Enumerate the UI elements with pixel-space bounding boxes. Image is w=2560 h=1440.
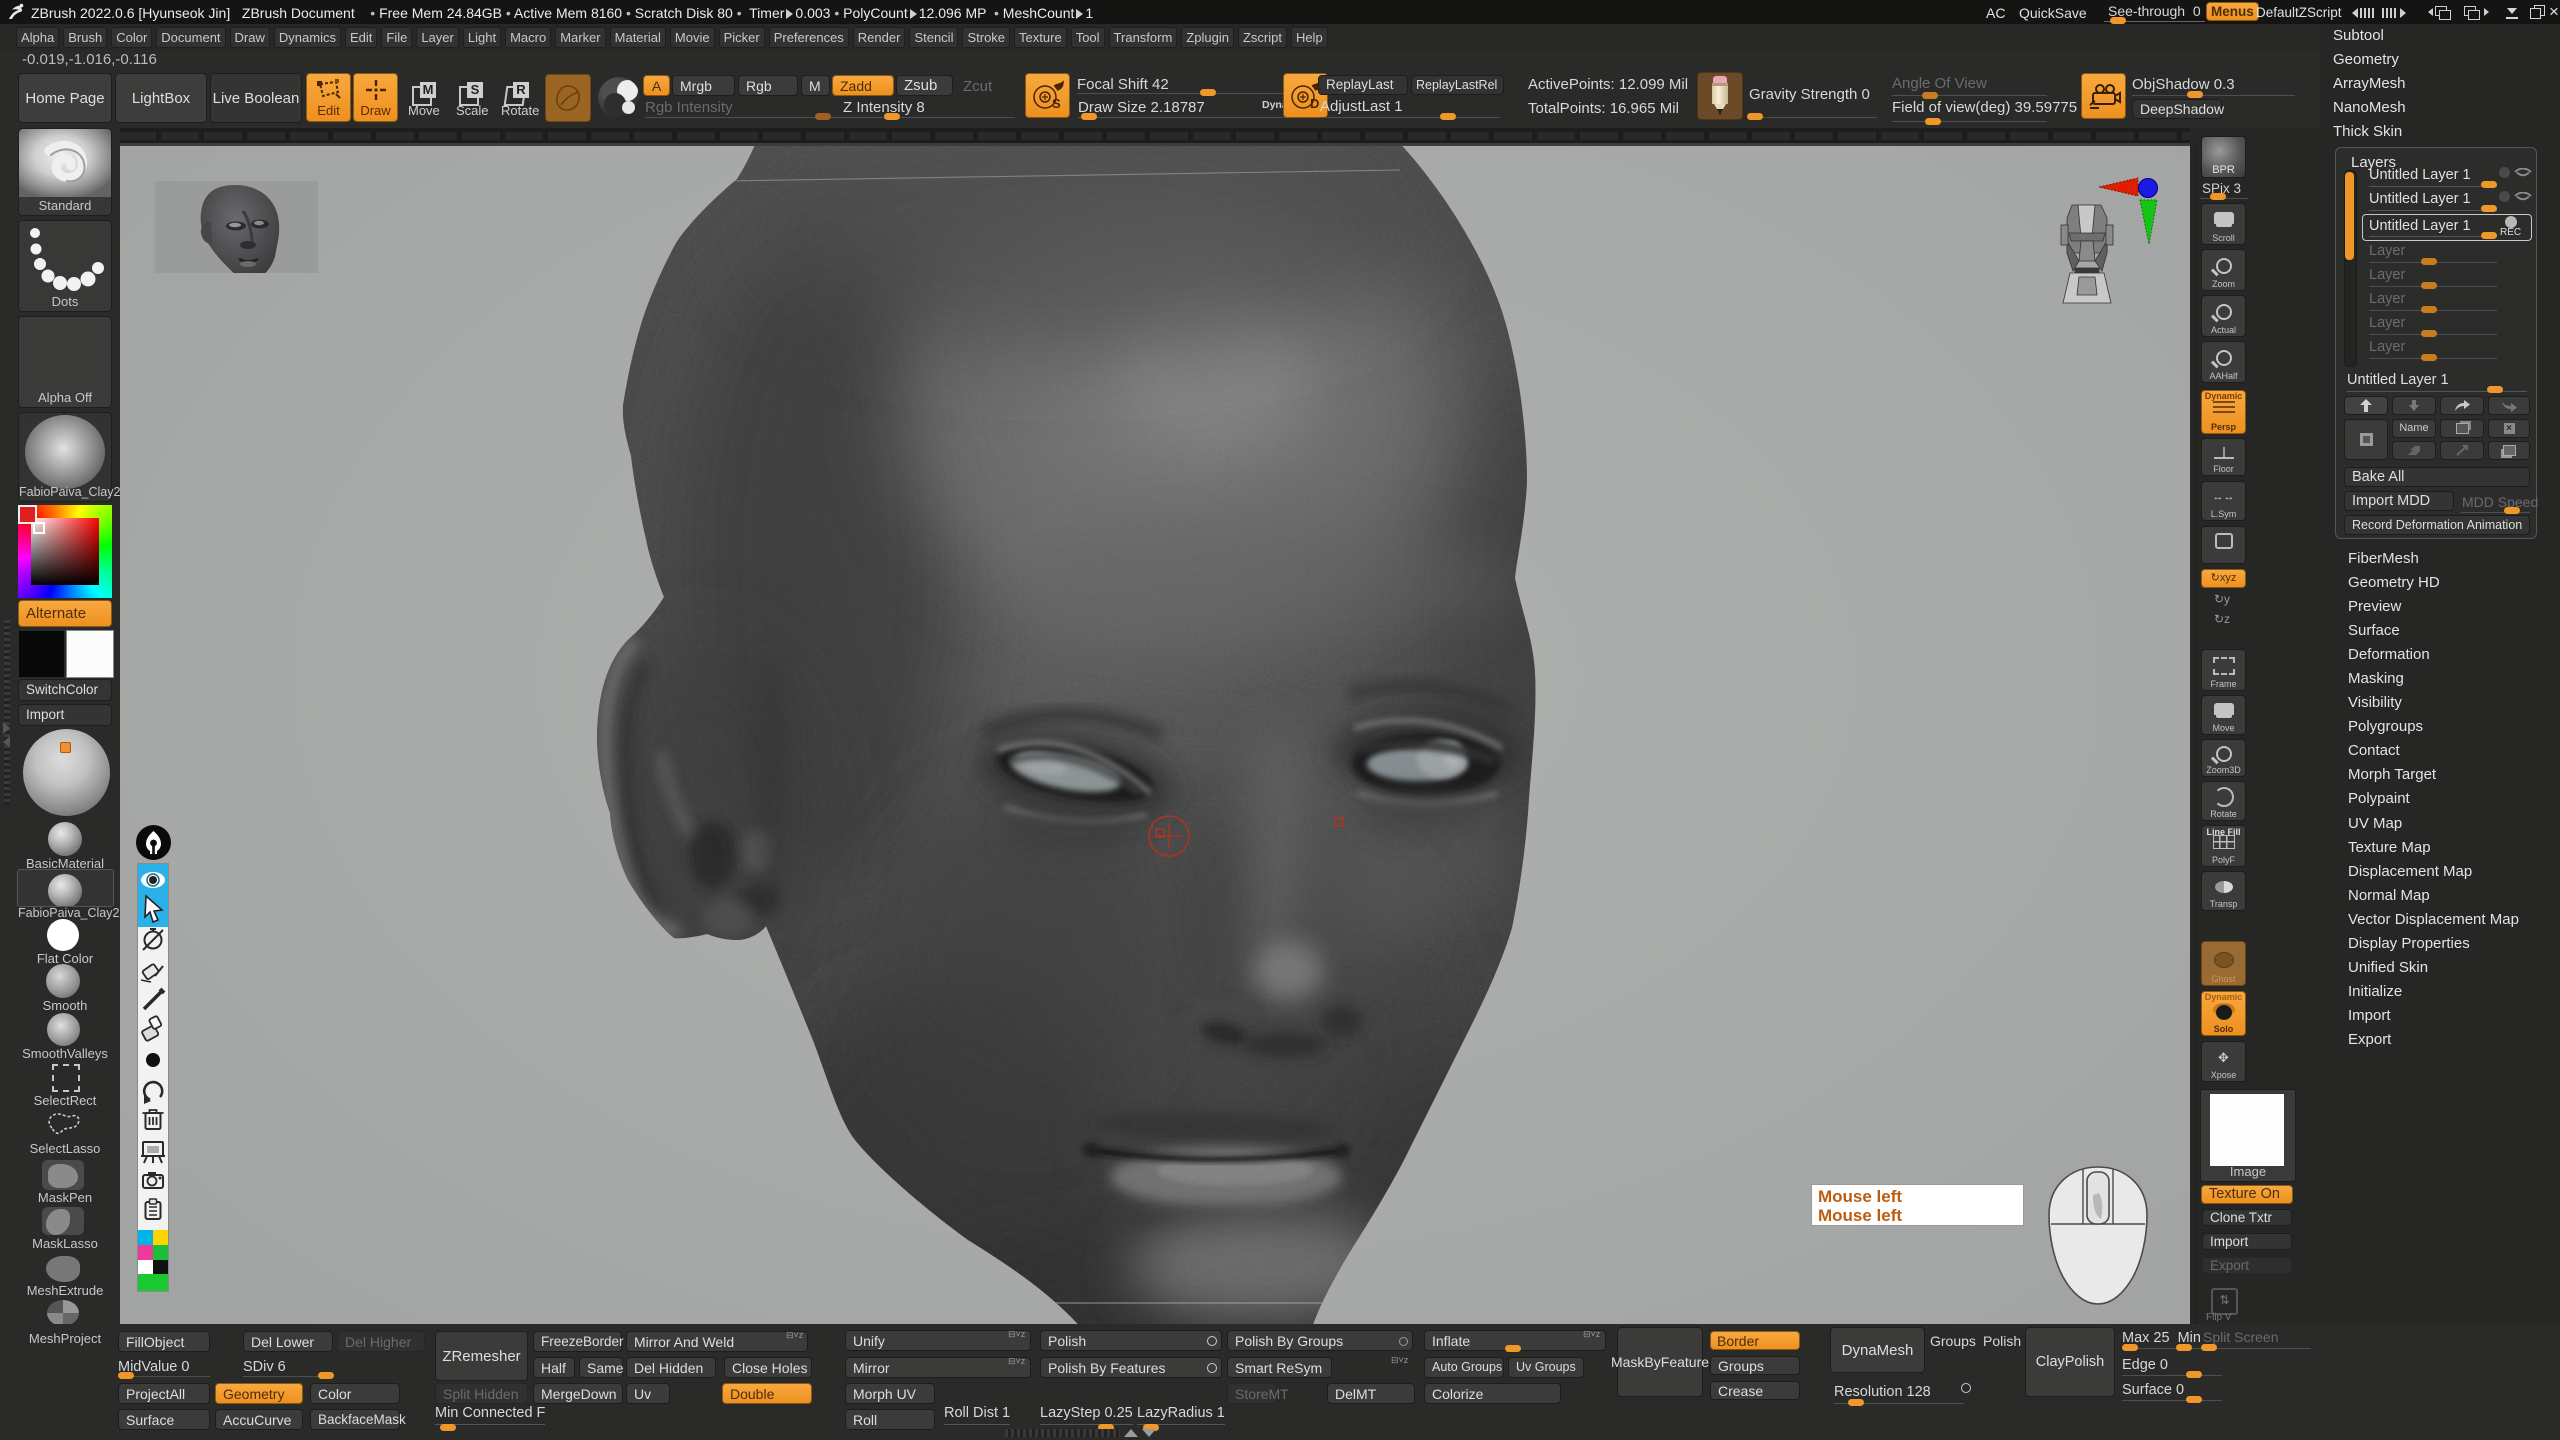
svg-text:S: S [1052,96,1061,111]
svg-text:D: D [1310,96,1319,111]
